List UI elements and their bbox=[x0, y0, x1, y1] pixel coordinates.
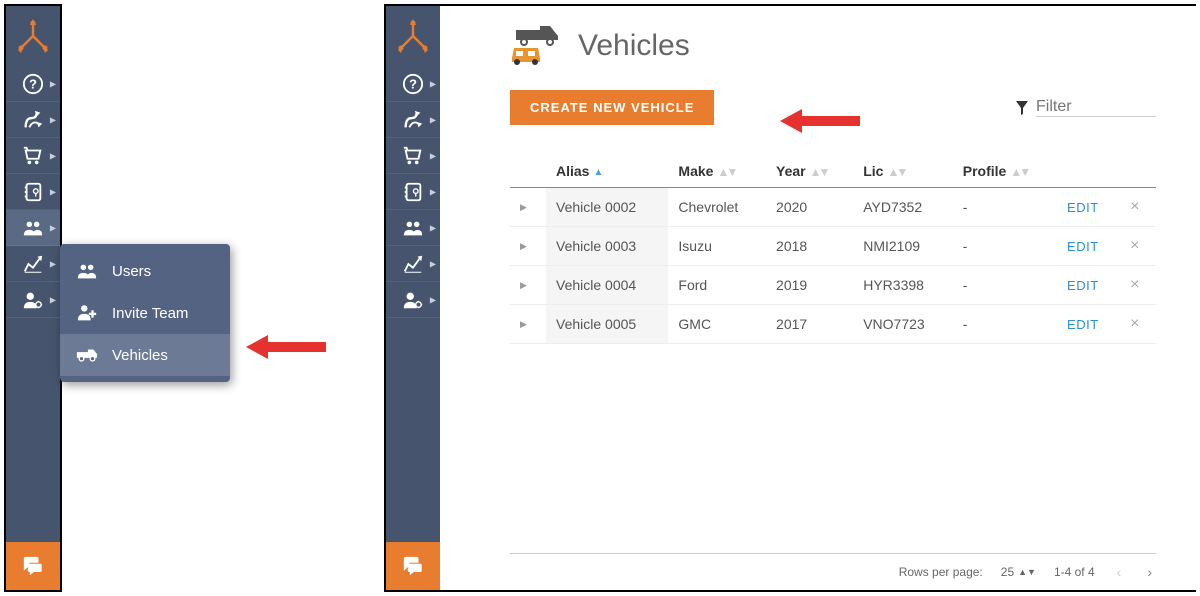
svg-text:?: ? bbox=[29, 76, 37, 91]
sidebar-item-orders[interactable]: ▶ bbox=[6, 138, 60, 174]
col-header-year[interactable]: Year▲▼ bbox=[766, 155, 853, 188]
sidebar-item-routes[interactable]: ▶ bbox=[6, 102, 60, 138]
page-header: Vehicles bbox=[510, 26, 1156, 66]
filter-field[interactable] bbox=[1016, 98, 1156, 117]
rows-per-page-select[interactable]: 25▲▼ bbox=[1001, 565, 1036, 579]
vehicles-table: Alias▲ Make▲▼ Year▲▼ Lic▲▼ Profile▲▼ ▶ V… bbox=[510, 155, 1156, 344]
sidebar-left: ?▶ ▶ ▶ ▶ ▶ ▶ ▶ bbox=[6, 6, 60, 590]
table-row: ▶ Vehicle 0005 GMC 2017 VNO7723 - EDIT × bbox=[510, 305, 1156, 344]
delete-button[interactable]: × bbox=[1130, 198, 1139, 215]
cell-year: 2020 bbox=[766, 188, 853, 227]
app-logo bbox=[6, 6, 60, 66]
chevron-right-icon: ▶ bbox=[50, 223, 56, 232]
sidebar-chat-button[interactable] bbox=[6, 542, 60, 590]
sidebar-item-settings[interactable]: ▶ bbox=[6, 282, 60, 318]
chevron-right-icon: ▶ bbox=[50, 115, 56, 124]
chevron-right-icon: ▶ bbox=[50, 151, 56, 160]
app-logo bbox=[386, 6, 440, 66]
row-expand-toggle[interactable]: ▶ bbox=[510, 188, 546, 227]
flyout-item-invite-team[interactable]: Invite Team bbox=[60, 292, 230, 334]
sidebar-right: ?▶ ▶ ▶ ▶ ▶ ▶ ▶ bbox=[386, 6, 440, 590]
sidebar-item-routes[interactable]: ▶ bbox=[386, 102, 440, 138]
sidebar-item-addressbook[interactable]: ▶ bbox=[6, 174, 60, 210]
sort-icon: ▲▼ bbox=[717, 165, 735, 179]
sidebar-item-orders[interactable]: ▶ bbox=[386, 138, 440, 174]
chevron-right-icon: ▶ bbox=[50, 295, 56, 304]
flyout-item-users[interactable]: Users bbox=[60, 250, 230, 292]
row-expand-toggle[interactable]: ▶ bbox=[510, 305, 546, 344]
cell-alias: Vehicle 0002 bbox=[546, 188, 668, 227]
sidebar-item-team[interactable]: ▶ bbox=[6, 210, 60, 246]
main-content: Vehicles CREATE NEW VEHICLE Alias▲ Make▲… bbox=[440, 6, 1196, 590]
filter-icon bbox=[1016, 101, 1028, 115]
pager-prev[interactable]: ‹ bbox=[1113, 564, 1126, 580]
table-row: ▶ Vehicle 0003 Isuzu 2018 NMI2109 - EDIT… bbox=[510, 227, 1156, 266]
flyout-label: Vehicles bbox=[112, 347, 168, 364]
delete-button[interactable]: × bbox=[1130, 237, 1139, 254]
delete-button[interactable]: × bbox=[1130, 315, 1139, 332]
table-row: ▶ Vehicle 0004 Ford 2019 HYR3398 - EDIT … bbox=[510, 266, 1156, 305]
col-header-make[interactable]: Make▲▼ bbox=[668, 155, 766, 188]
cell-make: Chevrolet bbox=[668, 188, 766, 227]
edit-button[interactable]: EDIT bbox=[1067, 239, 1099, 254]
vehicles-page-icon bbox=[510, 26, 562, 66]
pager-next[interactable]: › bbox=[1143, 564, 1156, 580]
delete-button[interactable]: × bbox=[1130, 276, 1139, 293]
pager-range: 1-4 of 4 bbox=[1054, 565, 1095, 579]
sidebar-chat-button[interactable] bbox=[386, 542, 440, 590]
row-expand-toggle[interactable]: ▶ bbox=[510, 266, 546, 305]
sort-asc-icon: ▲ bbox=[593, 167, 603, 178]
col-header-profile[interactable]: Profile▲▼ bbox=[953, 155, 1057, 188]
cell-profile: - bbox=[953, 188, 1057, 227]
annotation-arrow-flyout bbox=[246, 332, 326, 362]
sidebar-item-analytics[interactable]: ▶ bbox=[6, 246, 60, 282]
flyout-label: Invite Team bbox=[112, 305, 188, 322]
flyout-item-vehicles[interactable]: Vehicles bbox=[60, 334, 230, 376]
col-header-lic[interactable]: Lic▲▼ bbox=[853, 155, 953, 188]
edit-button[interactable]: EDIT bbox=[1067, 278, 1099, 293]
sidebar-item-analytics[interactable]: ▶ bbox=[386, 246, 440, 282]
sidebar-item-help[interactable]: ?▶ bbox=[6, 66, 60, 102]
col-header-alias[interactable]: Alias▲ bbox=[546, 155, 668, 188]
cell-lic: AYD7352 bbox=[853, 188, 953, 227]
rows-per-page-label: Rows per page: bbox=[899, 565, 983, 579]
sidebar-item-help[interactable]: ?▶ bbox=[386, 66, 440, 102]
sidebar-item-team[interactable]: ▶ bbox=[386, 210, 440, 246]
row-expand-toggle[interactable]: ▶ bbox=[510, 227, 546, 266]
sidebar-flyout-team: Users Invite Team Vehicles bbox=[60, 244, 230, 382]
table-pager: Rows per page: 25▲▼ 1-4 of 4 ‹ › bbox=[510, 553, 1156, 580]
create-new-vehicle-button[interactable]: CREATE NEW VEHICLE bbox=[510, 90, 714, 125]
chevron-right-icon: ▶ bbox=[50, 79, 56, 88]
annotation-arrow-create bbox=[780, 106, 860, 136]
edit-button[interactable]: EDIT bbox=[1067, 200, 1099, 215]
table-row: ▶ Vehicle 0002 Chevrolet 2020 AYD7352 - … bbox=[510, 188, 1156, 227]
filter-input[interactable] bbox=[1036, 98, 1156, 117]
page-title: Vehicles bbox=[578, 29, 690, 63]
edit-button[interactable]: EDIT bbox=[1067, 317, 1099, 332]
sidebar-item-settings[interactable]: ▶ bbox=[386, 282, 440, 318]
sidebar-item-addressbook[interactable]: ▶ bbox=[386, 174, 440, 210]
svg-text:?: ? bbox=[409, 76, 417, 91]
chevron-right-icon: ▶ bbox=[50, 259, 56, 268]
flyout-label: Users bbox=[112, 263, 151, 280]
chevron-right-icon: ▶ bbox=[50, 187, 56, 196]
